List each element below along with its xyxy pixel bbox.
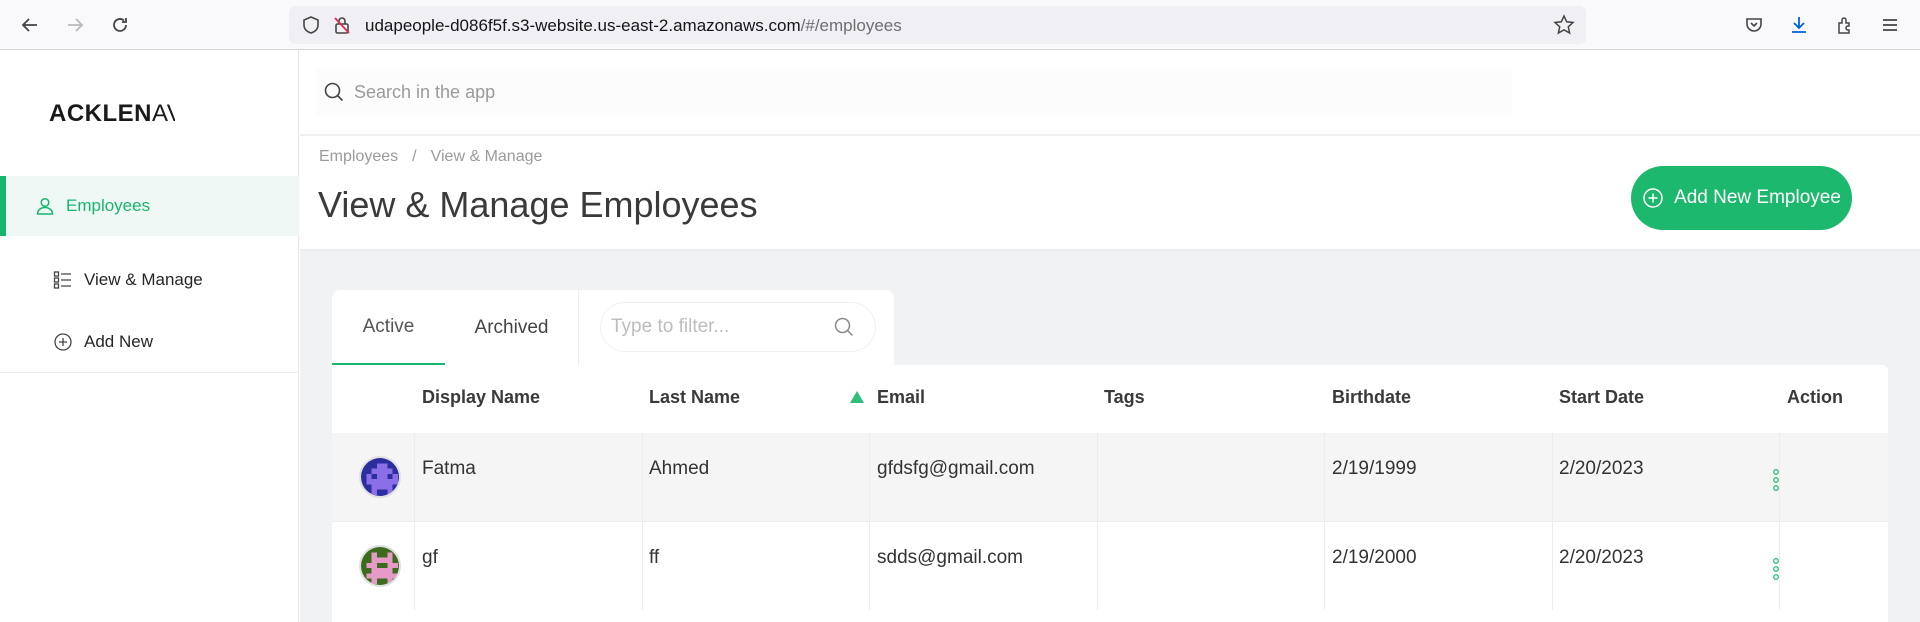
cell-display-name: Fatma [422,458,476,479]
column-divider [1097,522,1098,610]
column-divider [869,433,870,521]
breadcrumb-item-employees[interactable]: Employees [319,148,398,165]
add-new-employee-label: Add New Employee [1674,187,1841,208]
sidebar-item-label: Employees [66,196,151,215]
logo-bold: ACKLEN [49,100,152,127]
tab-active[interactable]: Active [332,290,445,365]
column-divider [642,433,643,521]
column-header-display-name[interactable]: Display Name [422,387,540,408]
browser-toolbar: udapeople-d086f5f.s3-website.us-east-2.a… [0,0,1920,50]
cell-birthdate: 2/19/1999 [1332,458,1417,479]
list-icon [52,269,74,291]
url-text: udapeople-d086f5f.s3-website.us-east-2.a… [365,16,902,36]
sort-ascending-icon[interactable] [850,391,864,403]
sidebar-item-view-manage[interactable]: View & Manage [0,250,299,310]
column-header-action: Action [1787,387,1843,407]
search-icon[interactable] [831,314,857,340]
column-divider [414,522,415,610]
breadcrumb-separator: / [412,148,417,165]
cell-display-name: gf [422,547,438,568]
cell-last-name: Ahmed [649,458,710,479]
reload-icon[interactable] [108,13,132,37]
column-divider [869,522,870,610]
extensions-icon[interactable] [1832,12,1858,38]
back-icon[interactable] [18,13,42,37]
search-icon [322,80,346,104]
column-divider [1097,433,1098,521]
column-divider [1552,433,1553,521]
top-search-bar [300,50,1920,134]
app-search [316,68,1512,116]
sidebar-item-employees[interactable]: Employees [0,176,299,236]
insecure-lock-icon[interactable] [329,12,355,38]
table-header: Display Name Last Name Email Tags Birthd… [332,365,1888,433]
breadcrumb-item-view-manage: View & Manage [430,148,543,165]
cell-last-name: ff [649,547,660,568]
cell-start-date: 2/20/2023 [1559,547,1644,568]
row-actions-kebab-icon[interactable] [1766,467,1786,493]
cell-email: sdds@gmail.com [877,547,1023,568]
sidebar: ACKLENAV Employees View & Manage Add New [0,50,299,622]
column-divider [414,433,415,521]
main-content: Employees / View & Manage View & Manage Em… [300,50,1920,622]
sidebar-item-label: Add New [84,332,153,351]
logo[interactable]: ACKLENAV [49,100,175,128]
column-header-email[interactable]: Email [877,387,925,408]
cell-birthdate: 2/19/2000 [1332,547,1417,568]
column-divider [642,522,643,610]
avatar [359,545,401,587]
column-header-tags[interactable]: Tags [1104,387,1145,408]
url-path: /#/employees [800,16,902,35]
pocket-icon[interactable] [1741,12,1767,38]
column-header-birthdate[interactable]: Birthdate [1332,387,1411,408]
breadcrumb: Employees / View & Manage [319,148,542,166]
filter-input[interactable] [611,316,831,338]
sidebar-item-add-new[interactable]: Add New [0,312,299,372]
add-new-employee-button[interactable]: Add New Employee [1631,166,1852,230]
user-icon [34,195,56,217]
address-bar[interactable]: udapeople-d086f5f.s3-website.us-east-2.a… [289,6,1586,44]
employees-table: Display Name Last Name Email Tags Birthd… [332,365,1888,622]
table-row[interactable]: Fatma Ahmed gfdsfg@gmail.com 2/19/1999 2… [332,433,1888,521]
url-host: udapeople-d086f5f.s3-website.us-east-2.a… [365,16,801,35]
tab-label: Active [362,315,415,337]
column-divider [1324,433,1325,521]
cell-email: gfdsfg@gmail.com [877,458,1035,479]
sidebar-item-label: View & Manage [84,270,203,289]
column-header-last-name[interactable]: Last Name [649,387,740,408]
logo-tail: AV [152,100,175,127]
page-title: View & Manage Employees [318,184,758,225]
search-input[interactable] [354,81,1454,103]
sidebar-divider [0,372,299,373]
tab-divider [578,290,579,365]
download-icon[interactable] [1786,12,1812,38]
column-divider [1324,522,1325,610]
row-actions-kebab-icon[interactable] [1766,556,1786,582]
menu-icon[interactable] [1877,12,1903,38]
filter-box [600,302,876,352]
forward-icon[interactable] [63,13,87,37]
table-row[interactable]: gf ff sdds@gmail.com 2/19/2000 2/20/2023 [332,522,1888,610]
plus-circle-icon [1642,187,1664,209]
plus-circle-icon [52,331,74,353]
cell-start-date: 2/20/2023 [1559,458,1644,479]
page-header: Employees / View & Manage View & Manage Em… [300,135,1920,249]
tabs-bar: Active Archived [332,290,894,365]
bookmark-star-icon[interactable] [1551,12,1577,38]
tab-label: Archived [474,316,549,338]
tab-archived[interactable]: Archived [445,290,578,365]
column-divider [1552,522,1553,610]
column-header-start-date[interactable]: Start Date [1559,387,1644,408]
avatar [359,456,401,498]
shield-icon[interactable] [298,12,324,38]
